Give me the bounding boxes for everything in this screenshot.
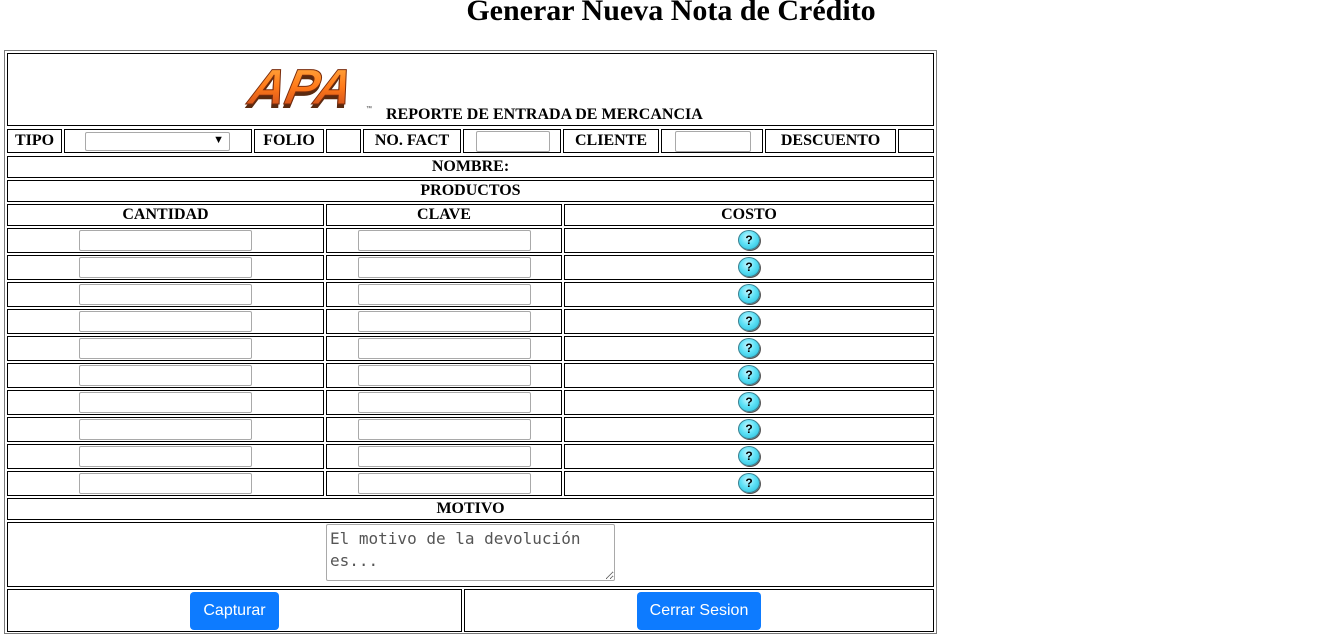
help-icon[interactable]: ? xyxy=(738,446,760,466)
cantidad-input[interactable] xyxy=(79,419,252,440)
help-icon[interactable]: ? xyxy=(738,392,760,412)
cantidad-input[interactable] xyxy=(79,338,252,359)
motivo-label: MOTIVO xyxy=(7,498,934,520)
cantidad-input[interactable] xyxy=(79,230,252,251)
clave-input[interactable] xyxy=(358,365,531,386)
cantidad-input[interactable] xyxy=(79,257,252,278)
cantidad-input[interactable] xyxy=(79,392,252,413)
help-icon[interactable]: ? xyxy=(738,257,760,277)
help-icon[interactable]: ? xyxy=(738,419,760,439)
page-title: Generar Nueva Nota de Crédito xyxy=(466,0,876,27)
apa-logo: APA APA ™ xyxy=(242,58,376,119)
clave-input[interactable] xyxy=(358,446,531,467)
column-header-clave: CLAVE xyxy=(326,204,562,226)
nombre-label: NOMBRE: xyxy=(7,156,934,178)
cantidad-input[interactable] xyxy=(79,284,252,305)
cliente-label: CLIENTE xyxy=(563,129,659,153)
column-header-costo: COSTO xyxy=(564,204,934,226)
chevron-down-icon: ▼ xyxy=(213,134,224,146)
motivo-textarea[interactable] xyxy=(326,524,615,581)
tipo-select[interactable]: ▼ xyxy=(85,132,230,151)
column-header-cantidad: CANTIDAD xyxy=(7,204,324,226)
tipo-label: TIPO xyxy=(7,129,62,153)
cantidad-input[interactable] xyxy=(79,446,252,467)
clave-input[interactable] xyxy=(358,419,531,440)
clave-input[interactable] xyxy=(358,230,531,251)
descuento-label: DESCUENTO xyxy=(765,129,896,153)
svg-text:APA: APA xyxy=(244,60,358,114)
folio-value xyxy=(326,129,361,153)
clave-input[interactable] xyxy=(358,311,531,332)
cantidad-input[interactable] xyxy=(79,311,252,332)
clave-input[interactable] xyxy=(358,473,531,494)
cerrar-sesion-button[interactable]: Cerrar Sesion xyxy=(637,592,761,630)
productos-label: PRODUCTOS xyxy=(7,180,934,202)
cantidad-input[interactable] xyxy=(79,365,252,386)
help-icon[interactable]: ? xyxy=(738,230,760,250)
clave-input[interactable] xyxy=(358,284,531,305)
report-title: REPORTE DE ENTRADA DE MERCANCIA xyxy=(386,106,703,123)
nofact-label: NO. FACT xyxy=(363,129,461,153)
clave-input[interactable] xyxy=(358,392,531,413)
svg-text:™: ™ xyxy=(366,105,372,112)
help-icon[interactable]: ? xyxy=(738,311,760,331)
folio-label: FOLIO xyxy=(254,129,324,153)
help-icon[interactable]: ? xyxy=(738,473,760,493)
help-icon[interactable]: ? xyxy=(738,338,760,358)
help-icon[interactable]: ? xyxy=(738,284,760,304)
clave-input[interactable] xyxy=(358,338,531,359)
clave-input[interactable] xyxy=(358,257,531,278)
cliente-input[interactable] xyxy=(675,131,751,152)
cantidad-input[interactable] xyxy=(79,473,252,494)
help-icon[interactable]: ? xyxy=(738,365,760,385)
descuento-value xyxy=(898,129,934,153)
capturar-button[interactable]: Capturar xyxy=(190,592,279,630)
nofact-input[interactable] xyxy=(476,131,550,152)
